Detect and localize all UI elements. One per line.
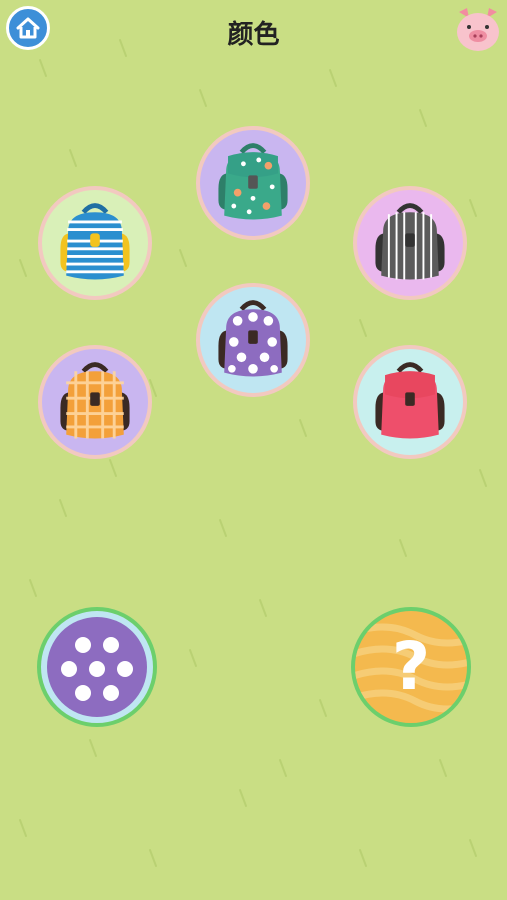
orange-plaid-backpack-icon [60,362,130,439]
page-title: 颜色 [227,20,280,50]
backpack-flower-green-button[interactable] [196,126,310,240]
unknown-answer-slot[interactable]: ? [351,607,471,727]
green-flower-backpack-icon [218,143,288,220]
purple-polka-dot-backpack-icon [218,300,288,377]
pig-face-icon[interactable] [453,4,503,54]
backpack-solid-pink-button[interactable] [353,345,467,459]
backpack-dots-purple-button[interactable] [196,283,310,397]
purple-polka-dot-icon [47,617,147,717]
blue-striped-backpack-icon [60,203,130,280]
backpack-plaid-orange-button[interactable] [38,345,152,459]
gray-striped-backpack-icon [375,203,445,280]
pink-backpack-icon [375,362,445,439]
question-mark-label: ? [391,628,431,705]
backpack-stripe-blue-button[interactable] [38,186,152,300]
target-pattern-slot[interactable] [37,607,157,727]
backpack-stripe-gray-button[interactable] [353,186,467,300]
